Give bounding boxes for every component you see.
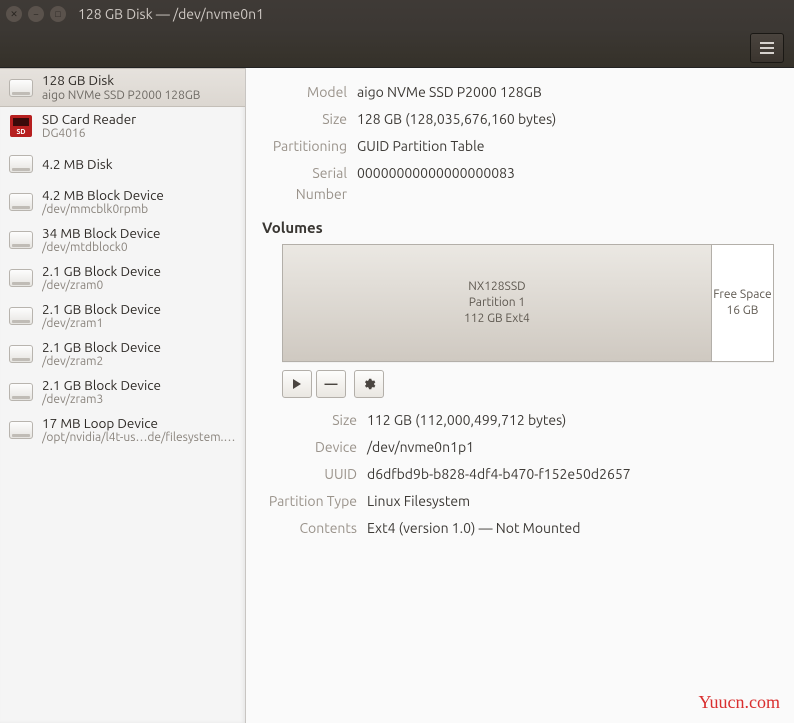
device-secondary: /dev/mtdblock0 [42,241,160,255]
minus-icon: — [325,377,338,391]
sidebar-device[interactable]: 2.1 GB Block Device/dev/zram2 [0,335,245,373]
value-vol-size: 112 GB (112,000,499,712 bytes) [367,410,566,431]
device-primary: 2.1 GB Block Device [42,378,161,394]
value-model: aigo NVMe SSD P2000 128GB [357,82,542,103]
toolbar [0,28,794,68]
device-primary: 17 MB Loop Device [42,416,237,432]
sidebar-device[interactable]: 2.1 GB Block Device/dev/zram0 [0,259,245,297]
minimize-icon[interactable]: – [28,6,44,22]
partition-main[interactable]: NX128SSD Partition 1 112 GB Ext4 [283,245,712,361]
sidebar-device[interactable]: 34 MB Block Device/dev/mtdblock0 [0,221,245,259]
watermark: Yuucn.com [699,692,780,713]
partition-desc: Partition 1 [469,295,525,311]
value-vol-ptype: Linux Filesystem [367,491,470,512]
label-model: Model [262,82,357,103]
maximize-icon[interactable]: □ [50,6,66,22]
value-vol-contents: Ext4 (version 1.0) — Not Mounted [367,518,580,539]
value-serial: 00000000000000000083 [357,163,515,205]
device-primary: 4.2 MB Block Device [42,188,164,204]
device-primary: 34 MB Block Device [42,226,160,242]
delete-partition-button[interactable]: — [316,370,346,398]
label-partitioning: Partitioning [262,136,357,157]
drive-icon [9,193,33,211]
sidebar-device[interactable]: 2.1 GB Block Device/dev/zram1 [0,297,245,335]
device-primary: SD Card Reader [42,112,136,128]
label-vol-size: Size [262,410,367,431]
drive-icon [9,231,33,249]
partition-desc: 16 GB [727,303,759,319]
sidebar-device[interactable]: 4.2 MB Block Device/dev/mmcblk0rpmb [0,183,245,221]
sidebar-device[interactable]: 4.2 MB Disk [0,145,245,183]
drive-icon [9,79,33,97]
partition-name: NX128SSD [468,279,525,295]
sidebar-device[interactable]: 2.1 GB Block Device/dev/zram3 [0,373,245,411]
menu-button[interactable] [750,33,784,63]
device-secondary: /opt/nvidia/l4t-us…de/filesystem.img [42,431,237,445]
drive-icon [9,155,33,173]
label-vol-contents: Contents [262,518,367,539]
drive-icon [9,421,33,439]
value-size: 128 GB (128,035,676,160 bytes) [357,109,556,130]
partition-name: Free Space [713,287,771,303]
sidebar-device[interactable]: 128 GB Diskaigo NVMe SSD P2000 128GB [0,68,245,107]
label-serial: Serial Number [262,163,357,205]
label-vol-uuid: UUID [262,464,367,485]
mount-button[interactable] [282,370,312,398]
sidebar-device[interactable]: 17 MB Loop Device/opt/nvidia/l4t-us…de/f… [0,411,245,449]
label-vol-device: Device [262,437,367,458]
device-secondary: aigo NVMe SSD P2000 128GB [42,89,200,103]
volume-diagram[interactable]: NX128SSD Partition 1 112 GB Ext4 Free Sp… [282,244,774,362]
window-title: 128 GB Disk — /dev/nvme0n1 [78,6,264,22]
volumes-heading: Volumes [262,219,774,236]
sidebar-device[interactable]: SD Card ReaderDG4016 [0,107,245,145]
close-icon[interactable]: ✕ [6,6,22,22]
drive-icon [9,307,33,325]
gear-icon [362,377,376,391]
drive-icon [9,269,33,287]
device-primary: 128 GB Disk [42,73,200,89]
drive-icon [9,383,33,401]
partition-free[interactable]: Free Space 16 GB [712,245,773,361]
partition-fs: 112 GB Ext4 [464,311,530,327]
device-primary: 2.1 GB Block Device [42,264,161,280]
device-secondary: /dev/mmcblk0rpmb [42,203,164,217]
device-sidebar: 128 GB Diskaigo NVMe SSD P2000 128GBSD C… [0,68,246,723]
device-primary: 4.2 MB Disk [42,157,113,173]
titlebar: ✕ – □ 128 GB Disk — /dev/nvme0n1 [0,0,794,28]
device-secondary: /dev/zram3 [42,393,161,407]
label-size: Size [262,109,357,130]
device-primary: 2.1 GB Block Device [42,302,161,318]
label-vol-ptype: Partition Type [262,491,367,512]
main-panel: Model aigo NVMe SSD P2000 128GB Size 128… [246,68,794,723]
sd-card-icon [10,115,32,137]
drive-icon [9,345,33,363]
device-secondary: DG4016 [42,127,136,141]
device-secondary: /dev/zram1 [42,317,161,331]
play-icon [292,379,302,389]
value-vol-uuid: d6dfbd9b-b828-4df4-b470-f152e50d2657 [367,464,631,485]
value-vol-device: /dev/nvme0n1p1 [367,437,474,458]
device-secondary: /dev/zram2 [42,355,161,369]
more-actions-button[interactable] [354,370,384,398]
device-primary: 2.1 GB Block Device [42,340,161,356]
device-secondary: /dev/zram0 [42,279,161,293]
value-partitioning: GUID Partition Table [357,136,484,157]
volume-controls: — [282,370,774,398]
